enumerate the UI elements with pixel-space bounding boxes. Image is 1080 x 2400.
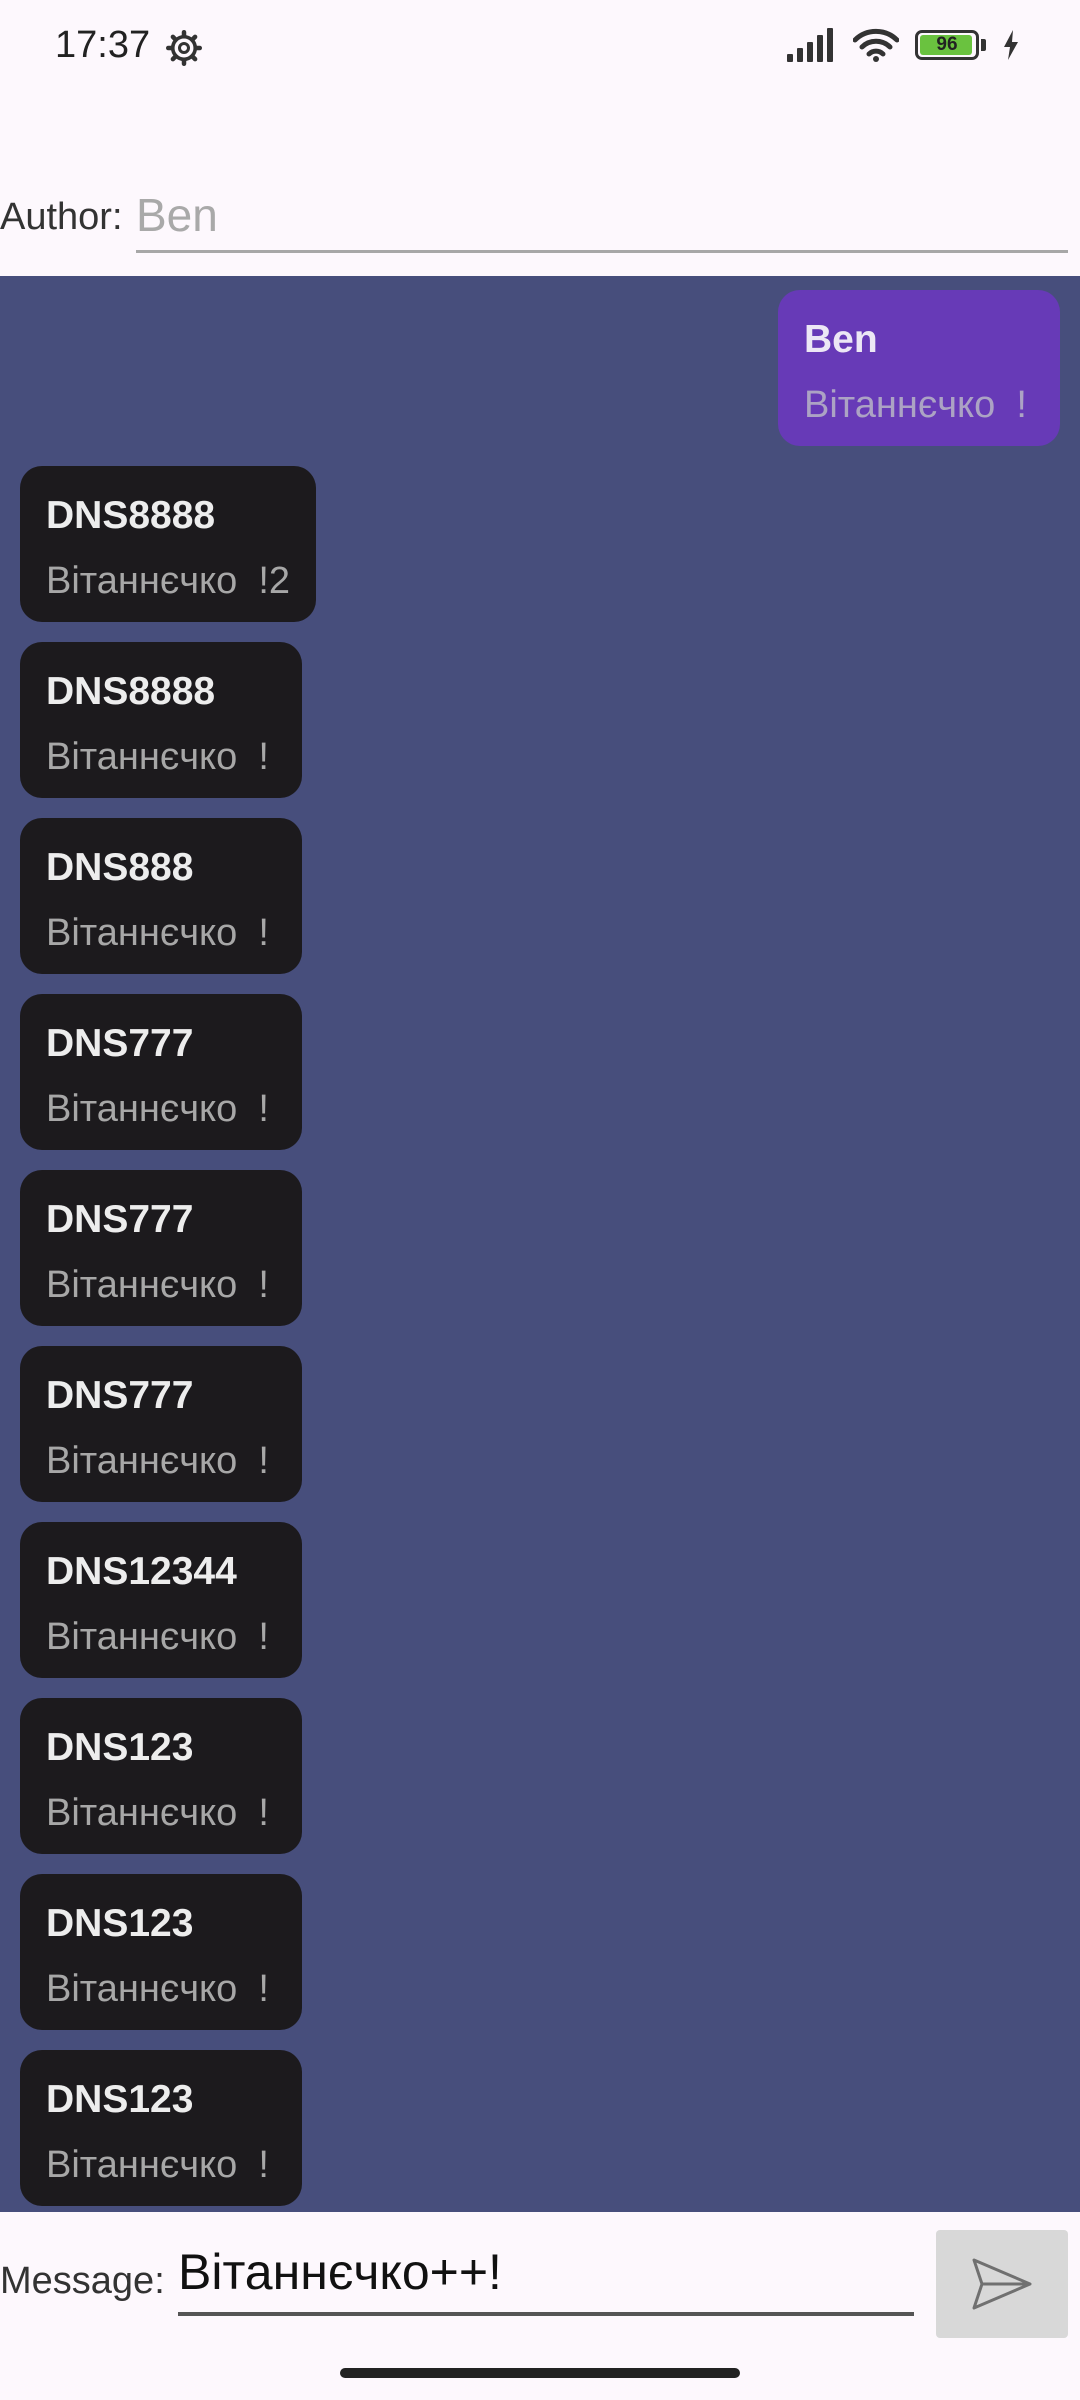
message-bubble[interactable]: DNS777 Вітаннєчко ! <box>20 1170 302 1326</box>
author-row: Author: <box>0 180 1080 260</box>
message-bubble[interactable]: DNS8888 Вітаннєчко ! <box>20 642 302 798</box>
message-text: Вітаннєчко ! <box>46 912 269 954</box>
message-author: DNS777 <box>46 1022 194 1065</box>
message-bubble[interactable]: DNS123 Вітаннєчко ! <box>20 2050 302 2206</box>
message-bubble[interactable]: DNS8888 Вітаннєчко !2 <box>20 466 317 622</box>
message-text: Вітаннєчко !2 <box>46 560 291 602</box>
message-text: Вітаннєчко ! <box>46 1968 269 2010</box>
message-bubble[interactable]: DNS888 Вітаннєчко ! <box>20 818 302 974</box>
author-input[interactable] <box>136 180 1068 253</box>
message-bubble[interactable]: DNS123 Вітаннєчко ! <box>20 1698 302 1854</box>
message-author: DNS8888 <box>46 670 216 713</box>
chat-area[interactable]: Ben Вітаннєчко ! DNS8888 Вітаннєчко !2 DNS88… <box>0 276 1080 2212</box>
message-author: Ben <box>804 318 878 361</box>
message-label: Message: <box>0 2260 165 2302</box>
gear-icon <box>166 30 202 66</box>
message-author: DNS777 <box>46 1198 194 1241</box>
message-author: DNS888 <box>46 846 194 889</box>
message-bubble[interactable]: DNS12344 Вітаннєчко ! <box>20 1522 302 1678</box>
message-bubble[interactable]: DNS777 Вітаннєчко ! <box>20 994 302 1150</box>
message-author: DNS123 <box>46 2078 194 2121</box>
battery-cap <box>981 39 986 51</box>
battery-icon: 96 <box>915 30 979 60</box>
message-text: Вітаннєчко ! <box>46 1440 269 1482</box>
own-message-bubble[interactable]: Ben Вітаннєчко ! <box>778 290 1060 446</box>
message-bubble[interactable]: DNS777 Вітаннєчко ! <box>20 1346 302 1502</box>
message-author: DNS777 <box>46 1374 194 1417</box>
message-text: Вітаннєчко ! <box>46 736 269 778</box>
signal-icon <box>787 28 833 62</box>
message-text: Вітаннєчко ! <box>46 1616 269 1658</box>
send-icon <box>972 2258 1032 2310</box>
message-author: DNS8888 <box>46 494 216 537</box>
message-author: DNS123 <box>46 1902 194 1945</box>
message-author: DNS12344 <box>46 1550 237 1593</box>
message-text: Вітаннєчко ! <box>46 1264 269 1306</box>
message-bubble[interactable]: DNS123 Вітаннєчко ! <box>20 1874 302 2030</box>
message-text: Вітаннєчко ! <box>46 2144 269 2186</box>
message-text: Вітаннєчко ! <box>46 1792 269 1834</box>
navigation-handle[interactable] <box>340 2368 740 2378</box>
status-bar: 17:37 96 <box>0 0 1080 100</box>
message-text: Вітаннєчко ! <box>46 1088 269 1130</box>
message-text: Вітаннєчко ! <box>804 384 1027 426</box>
message-input[interactable] <box>178 2232 914 2316</box>
battery-level: 96 <box>936 34 958 55</box>
send-button[interactable] <box>936 2230 1068 2338</box>
composer: Message: <box>0 2212 1080 2352</box>
message-list: Ben Вітаннєчко ! DNS8888 Вітаннєчко !2 DNS88… <box>0 276 1080 2206</box>
message-author: DNS123 <box>46 1726 194 1769</box>
author-label: Author: <box>0 196 123 238</box>
wifi-icon <box>853 28 899 62</box>
charging-icon <box>1004 30 1018 60</box>
status-time: 17:37 <box>55 24 151 66</box>
